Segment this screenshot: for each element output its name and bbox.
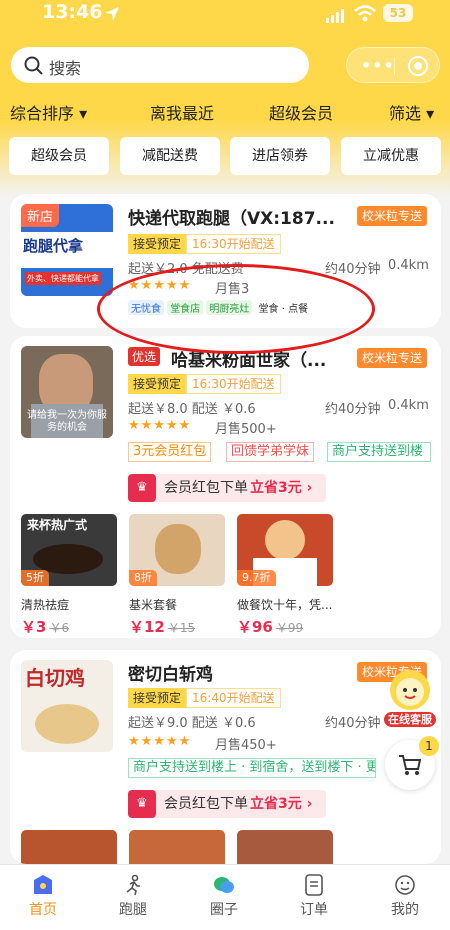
shop-name: 快递代取跑腿（VX:187... [128, 209, 335, 229]
delivery-tag: 校米粒专送 [357, 348, 428, 368]
chip-store-coupon[interactable]: 进店领券 [230, 137, 330, 175]
rating-stars: ★★★★★ [128, 734, 192, 749]
monthly-sales: 月售500+ [215, 422, 277, 437]
search-placeholder: 搜索 [49, 59, 82, 78]
miniprogram-capsule[interactable]: ••• [346, 47, 440, 83]
coupon-tag: 3元会员红包 [128, 442, 212, 462]
monthly-sales: 月售450+ [215, 738, 277, 753]
monthly-sales: 月售3 [215, 282, 250, 297]
location-arrow-icon [105, 7, 119, 21]
sort-bar: 综合排序 ▾ 离我最近 超级会员 筛选 ▾ [0, 100, 450, 124]
delivery-tag: 校米粒专送 [357, 206, 428, 226]
cart-count-badge: 1 [419, 736, 439, 756]
profile-face-icon [395, 875, 415, 895]
dish-name: 清热祛痘 [21, 598, 70, 612]
sort-super-member[interactable]: 超级会员 [269, 100, 333, 124]
coupon-tag: 商户支持送到楼上 · 到宿舍，送到楼下 · 更 [128, 758, 376, 778]
sort-filter[interactable]: 筛选 ▾ [389, 100, 434, 124]
eta: 约40分钟 [325, 716, 381, 731]
mascot-icon [390, 670, 430, 710]
chip-reduce-delivery[interactable]: 减配送费 [120, 137, 220, 175]
shop-thumbnail: 请给我一次为你服务的机会 [21, 346, 113, 438]
signal-icon [326, 9, 344, 23]
min-order: 起送￥9.0 配送 ￥0.6 [128, 716, 256, 731]
preorder-tag: 接受预定 16:30开始配送 [128, 374, 281, 394]
coupon-tag: 商户支持送到楼 [327, 442, 431, 462]
dish-image[interactable]: 来杯热广式 5折 [21, 514, 117, 586]
featured-badge: 优选 [128, 347, 161, 366]
tab-orders[interactable]: 订单 [279, 871, 349, 919]
chat-bubble-icon [214, 877, 234, 893]
distance: 0.4km [388, 258, 429, 273]
eta: 约40分钟 [325, 262, 381, 277]
distance: 0.4km [388, 398, 429, 413]
dish-discount: 9.7折 [237, 570, 276, 586]
sort-nearest[interactable]: 离我最近 [150, 100, 214, 124]
tab-circle[interactable]: 圈子 [189, 871, 259, 919]
shop-card[interactable]: 白切鸡 密切白斩鸡 校米粒专送 接受预定 16:40开始配送 起送￥9.0 配送 … [10, 650, 441, 864]
dish-price: ￥96 ￥99 [237, 618, 304, 636]
order-list-icon [305, 874, 323, 896]
dish-price: ￥12 ￥15 [129, 618, 196, 636]
cart-icon [399, 755, 422, 775]
min-order: 起送￥2.0 免配送费 [128, 262, 244, 277]
crown-icon: ♛ [128, 790, 156, 818]
tab-bar: 首页 跑腿 圈子 订单 我的 [0, 864, 450, 930]
more-icon[interactable]: ••• [361, 56, 395, 75]
chip-instant-discount[interactable]: 立减优惠 [341, 137, 441, 175]
tab-mine[interactable]: 我的 [370, 871, 440, 919]
wifi-icon [354, 5, 376, 22]
shop-name: 密切白斩鸡 [128, 665, 213, 685]
crown-icon: ♛ [128, 474, 156, 502]
status-bar: 13:46 53 [0, 0, 450, 34]
rating-stars: ★★★★★ [128, 418, 192, 433]
online-service-label: 在线客服 [384, 712, 436, 727]
shop-card[interactable]: 跑腿代拿 外卖、快递都能代拿 新店 快递代取跑腿（VX:187... 校米粒专送… [10, 194, 441, 328]
member-redpack-button[interactable]: ♛ 会员红包下单 立省3元 › [128, 474, 326, 502]
dish-price: ￥3 ￥6 [21, 618, 70, 636]
preorder-tag: 接受预定 16:30开始配送 [128, 234, 281, 254]
dish-image[interactable] [129, 830, 225, 864]
dish-name: 基米套餐 [129, 598, 178, 612]
online-service-button[interactable]: 在线客服 [384, 666, 436, 728]
dish-discount: 8折 [129, 570, 157, 586]
dish-name: 做餐饮十年，凭... [237, 598, 333, 612]
dish-discount: 5折 [21, 570, 49, 586]
home-icon [34, 875, 52, 894]
shop-name: 哈基米粉面世家（... [171, 351, 327, 371]
tab-errand[interactable]: 跑腿 [98, 871, 168, 919]
platform-badges: 无忧食 堂食店 明厨亮灶 堂食 · 点餐 [128, 300, 311, 316]
dish-image[interactable]: 8折 [129, 514, 225, 586]
dish-image[interactable]: 9.7折 [237, 514, 333, 586]
chip-super-member[interactable]: 超级会员 [9, 137, 109, 175]
cart-button[interactable]: 1 [385, 736, 439, 790]
dish-image[interactable] [21, 830, 117, 864]
sort-comprehensive[interactable]: 综合排序 ▾ [10, 100, 87, 124]
preorder-tag: 接受预定 16:40开始配送 [128, 688, 281, 708]
close-miniprogram-icon[interactable] [408, 56, 428, 76]
coupon-tag: 回馈学弟学妹 [226, 442, 315, 462]
member-redpack-button[interactable]: ♛ 会员红包下单 立省3元 › [128, 790, 326, 818]
eta: 约40分钟 [325, 402, 381, 417]
runner-icon [126, 874, 140, 896]
dish-image[interactable] [237, 830, 333, 864]
min-order: 起送￥8.0 配送 ￥0.6 [128, 402, 256, 417]
shop-thumbnail: 跑腿代拿 外卖、快递都能代拿 新店 [21, 204, 113, 296]
search-icon [24, 56, 43, 75]
tab-home[interactable]: 首页 [8, 871, 78, 919]
status-time: 13:46 [42, 1, 103, 23]
new-shop-badge: 新店 [21, 204, 60, 227]
rating-stars: ★★★★★ [128, 278, 192, 293]
shop-thumbnail: 白切鸡 [21, 660, 113, 752]
shop-card[interactable]: 请给我一次为你服务的机会 优选 哈基米粉面世家（... 校米粒专送 接受预定 16… [10, 336, 441, 638]
search-input[interactable]: 搜索 [11, 47, 309, 83]
battery-indicator: 53 [383, 4, 413, 22]
